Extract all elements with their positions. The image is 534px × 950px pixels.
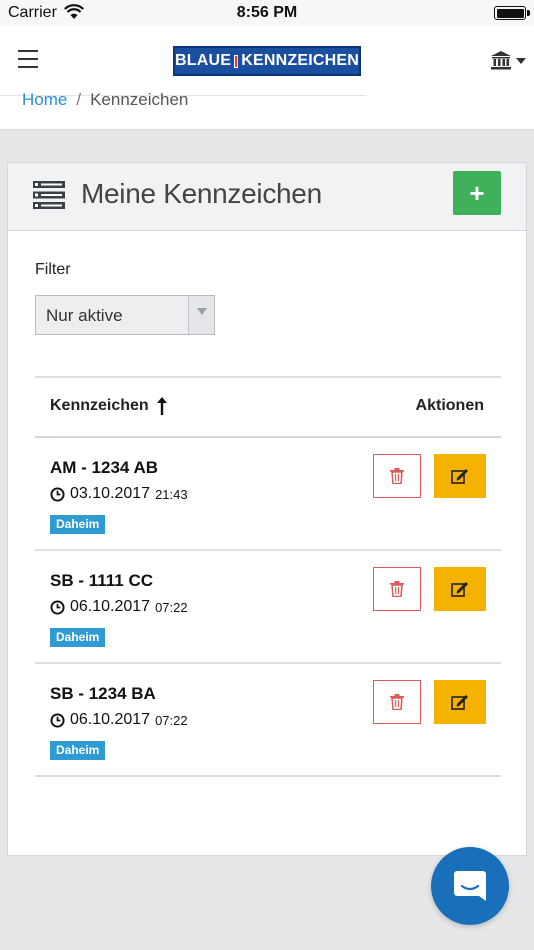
breadcrumb: Home / Kennzeichen (22, 90, 188, 110)
plate-time-value: 21:43 (155, 486, 188, 502)
breadcrumb-home-link[interactable]: Home (22, 90, 67, 109)
table-row: SB - 1234 BA 06.10.2017 07:22 Daheim (35, 664, 501, 777)
plate-time-value: 07:22 (155, 712, 188, 728)
chat-icon (454, 871, 486, 901)
battery-icon (494, 6, 530, 20)
clock-icon (50, 599, 65, 615)
clock-icon (50, 486, 65, 502)
sort-up-icon (156, 397, 167, 415)
plate-date-value: 06.10.2017 (70, 711, 151, 728)
brand-logo[interactable]: BLAUE KENNZEICHEN (173, 46, 361, 76)
delete-button[interactable] (373, 567, 421, 611)
plates-panel: Meine Kennzeichen + Filter Nur aktive Ke… (7, 162, 527, 856)
column-header-plate[interactable]: Kennzeichen (50, 397, 167, 415)
filter-select[interactable]: Nur aktive (35, 295, 215, 335)
filter-label: Filter (35, 261, 71, 278)
table-top-border (35, 376, 501, 378)
breadcrumb-separator: / (76, 90, 82, 109)
edit-button[interactable] (434, 454, 486, 498)
panel-header: Meine Kennzeichen + (8, 163, 526, 231)
logo-text-left: BLAUE (175, 52, 232, 69)
plate-date-value: 06.10.2017 (70, 598, 151, 615)
status-bar: Carrier 8:56 PM (0, 0, 534, 26)
add-plate-button[interactable]: + (453, 171, 501, 215)
table-row: AM - 1234 AB 03.10.2017 21:43 Daheim (35, 438, 501, 551)
edit-icon (451, 695, 468, 710)
edit-button[interactable] (434, 680, 486, 724)
bank-icon (491, 51, 511, 70)
eu-flag-icon (234, 54, 239, 68)
edit-icon (451, 469, 468, 484)
filter-selected-value: Nur aktive (46, 306, 123, 325)
plate-number: AM - 1234 AB (50, 458, 159, 477)
trash-icon (390, 581, 404, 597)
plate-date-value: 03.10.2017 (70, 485, 151, 502)
status-badge: Daheim (50, 628, 106, 647)
delete-button[interactable] (373, 680, 421, 724)
status-badge: Daheim (50, 741, 106, 760)
panel-title: Meine Kennzeichen (81, 178, 322, 209)
plate-date: 06.10.2017 07:22 (50, 711, 188, 729)
trash-icon (390, 468, 404, 484)
plate-number: SB - 1234 BA (50, 684, 156, 703)
plate-number: SB - 1111 CC (50, 571, 154, 590)
table-row: SB - 1111 CC 06.10.2017 07:22 Daheim (35, 551, 501, 664)
breadcrumb-current: Kennzeichen (90, 90, 189, 109)
clock-icon (50, 712, 65, 728)
chevron-down-icon (188, 296, 214, 334)
plate-time-value: 07:22 (155, 599, 188, 615)
plate-date: 06.10.2017 07:22 (50, 598, 188, 616)
trash-icon (390, 694, 404, 710)
status-badge: Daheim (50, 515, 106, 534)
edit-icon (451, 582, 468, 597)
column-header-actions: Aktionen (415, 397, 484, 414)
delete-button[interactable] (373, 454, 421, 498)
edit-button[interactable] (434, 567, 486, 611)
app-header: BLAUE KENNZEICHEN Home / Kennzeichen (0, 26, 534, 130)
chevron-down-icon (516, 58, 526, 64)
clock-time: 8:56 PM (236, 4, 298, 21)
account-menu[interactable] (490, 50, 526, 72)
chat-button[interactable] (431, 847, 509, 925)
plate-date: 03.10.2017 21:43 (50, 485, 188, 503)
column-header-plate-label: Kennzeichen (50, 397, 149, 414)
logo-text-right: KENNZEICHEN (241, 52, 359, 69)
menu-icon[interactable] (18, 50, 38, 68)
list-icon (33, 181, 65, 209)
